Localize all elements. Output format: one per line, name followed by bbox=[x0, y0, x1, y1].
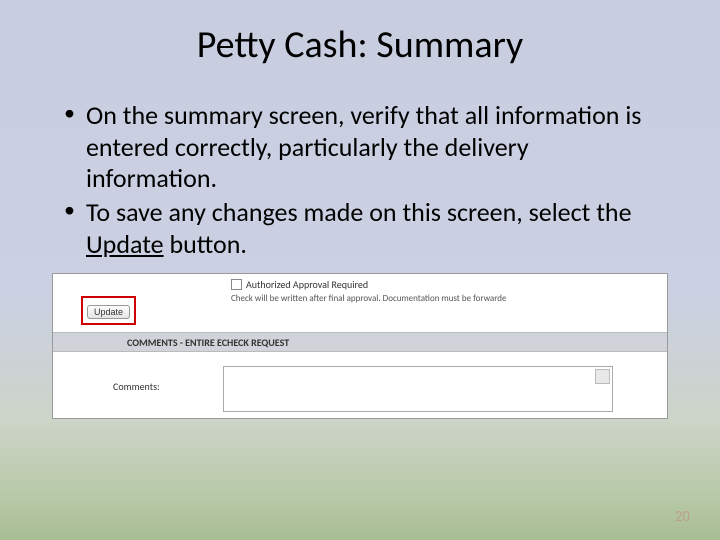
bullet-2-underline: Update bbox=[86, 228, 164, 260]
approval-checkbox[interactable] bbox=[231, 279, 242, 290]
red-callout-box: Update bbox=[81, 296, 136, 325]
update-button[interactable]: Update bbox=[87, 305, 130, 319]
approval-label: Authorized Approval Required bbox=[246, 278, 368, 291]
slide-title: Petty Cash: Summary bbox=[0, 0, 720, 68]
bullet-1-text: On the summary screen, verify that all i… bbox=[86, 99, 641, 194]
disclaimer-text: Check will be written after final approv… bbox=[231, 293, 667, 304]
bullet-2: To save any changes made on this screen,… bbox=[64, 197, 656, 260]
section-header-bar: COMMENTS - ENTIRE ECHECK REQUEST bbox=[53, 332, 667, 352]
comments-row: Comments: bbox=[53, 366, 667, 412]
embedded-screenshot: Authorized Approval Required Check will … bbox=[52, 273, 668, 419]
screenshot-top-area: Authorized Approval Required Check will … bbox=[53, 274, 667, 304]
update-highlight: Update bbox=[81, 296, 136, 325]
approval-row: Authorized Approval Required bbox=[231, 278, 667, 291]
page-number: 20 bbox=[675, 508, 690, 526]
section-header-label: COMMENTS - ENTIRE ECHECK REQUEST bbox=[127, 333, 667, 353]
comments-textarea[interactable] bbox=[223, 366, 613, 412]
bullet-1: On the summary screen, verify that all i… bbox=[64, 100, 656, 195]
comments-label: Comments: bbox=[53, 366, 223, 393]
slide-body: On the summary screen, verify that all i… bbox=[0, 68, 720, 261]
bullet-2-post: button. bbox=[164, 228, 247, 260]
bullet-2-pre: To save any changes made on this screen,… bbox=[86, 196, 632, 228]
